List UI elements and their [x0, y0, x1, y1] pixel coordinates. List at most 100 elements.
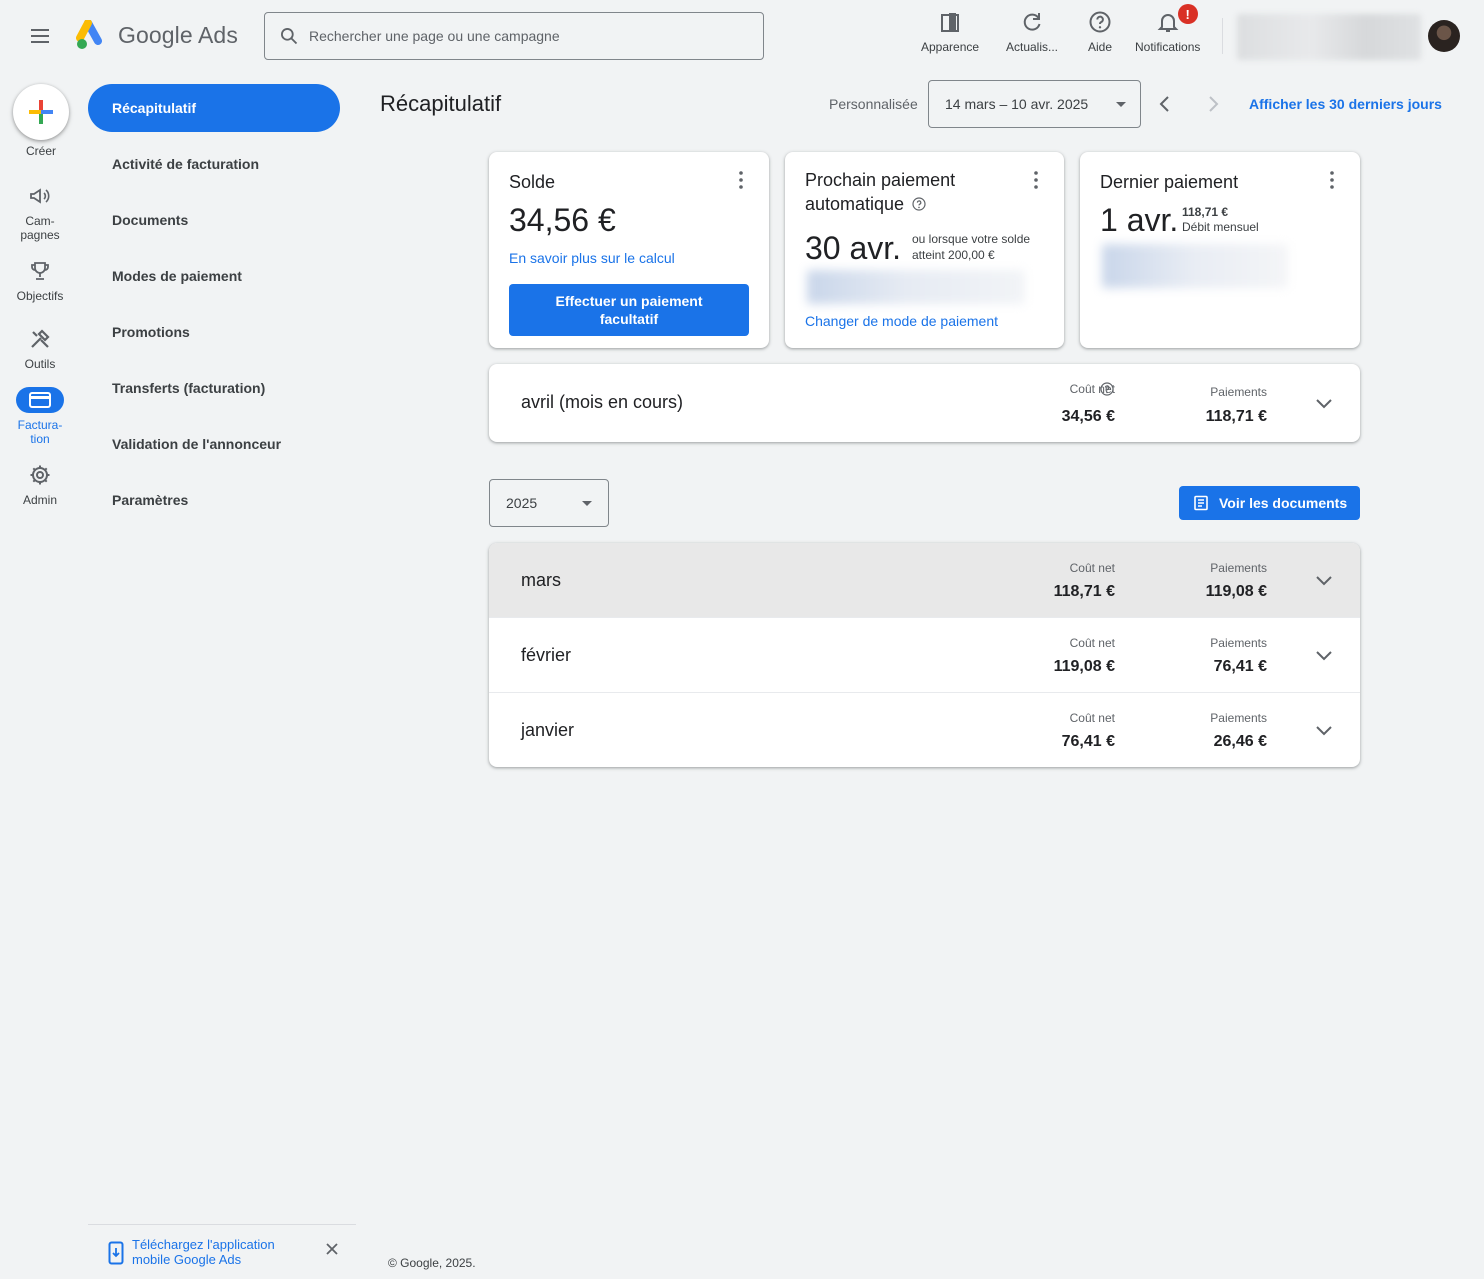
nav-item-advertiser-verification[interactable]: Validation de l'annonceur — [112, 436, 281, 452]
change-payment-method-link[interactable]: Changer de mode de paiement — [805, 313, 998, 329]
optional-payment-label-line2: facultatif — [599, 311, 659, 327]
next-payment-title-line1: Prochain paiement — [805, 170, 956, 190]
year-select[interactable]: 2025 — [489, 479, 609, 527]
mobile-download-icon[interactable] — [108, 1241, 124, 1265]
balance-title: Solde — [509, 172, 556, 192]
info-icon[interactable] — [912, 197, 926, 211]
balance-more-button[interactable] — [729, 168, 753, 192]
balance-amount: 34,56 € — [509, 202, 616, 238]
nav-item-settings[interactable]: Paramètres — [112, 492, 188, 508]
range-type-label: Personnalisée — [829, 96, 918, 112]
last-payment-date: 1 avr. — [1100, 202, 1179, 238]
table-row[interactable]: mars Coût net 118,71 € Paiements 119,08 … — [489, 543, 1360, 618]
mobile-app-promo-link[interactable]: Téléchargez l'application mobile Google … — [132, 1237, 302, 1267]
account-info-redacted[interactable] — [1237, 14, 1421, 60]
current-month-payments: 118,71 € — [1205, 408, 1267, 425]
net-cost-info-icon[interactable] — [1100, 382, 1114, 396]
current-month-label: avril (mois en cours) — [521, 392, 684, 412]
campaigns-label[interactable]: Cam-pagnes — [0, 214, 80, 242]
next-payment-more-button[interactable] — [1024, 168, 1048, 192]
more-vert-icon — [1330, 171, 1334, 189]
more-vert-icon — [739, 171, 743, 189]
date-range-value: 14 mars – 10 avr. 2025 — [945, 96, 1089, 112]
current-month-row[interactable]: avril (mois en cours) Coût net 34,56 € P… — [489, 364, 1360, 442]
refresh-button[interactable]: Actualis... — [1006, 10, 1058, 54]
chevron-down-icon[interactable] — [1312, 643, 1336, 667]
refresh-icon — [1023, 13, 1041, 31]
help-button[interactable]: Aide — [1088, 10, 1112, 54]
billing-label[interactable]: Factura-tion — [0, 418, 80, 446]
trophy-icon[interactable] — [28, 259, 52, 283]
tools-label[interactable]: Outils — [0, 357, 80, 371]
google-ads-logo[interactable]: Google Ads — [76, 20, 238, 50]
header-divider — [1222, 18, 1223, 54]
chevron-right-icon — [1209, 96, 1219, 112]
gear-icon[interactable] — [28, 463, 52, 487]
chevron-left-icon — [1159, 96, 1169, 112]
plus-icon — [29, 100, 53, 124]
payments-value: 26,46 € — [1213, 733, 1267, 750]
goals-label[interactable]: Objectifs — [0, 289, 80, 303]
net-cost-label: Coût net — [1069, 561, 1115, 575]
nav-item-summary[interactable]: Récapitulatif — [88, 84, 340, 132]
next-period-button[interactable] — [1201, 92, 1225, 116]
megaphone-icon[interactable] — [28, 184, 52, 208]
create-button[interactable] — [13, 84, 69, 140]
chevron-down-icon[interactable] — [1312, 391, 1336, 415]
year-value: 2025 — [506, 495, 538, 511]
payments-label: Paiements — [1210, 711, 1267, 725]
nav-item-payment-methods[interactable]: Modes de paiement — [112, 268, 242, 284]
current-month-net-cost: 34,56 € — [1061, 408, 1115, 425]
notifications-label: Notifications — [1135, 40, 1201, 54]
payments-value: 119,08 € — [1205, 583, 1267, 600]
bell-icon — [1157, 14, 1179, 32]
help-label: Aide — [1088, 40, 1113, 54]
nav-item-documents[interactable]: Documents — [112, 212, 188, 228]
billing-rail-item[interactable] — [16, 387, 64, 413]
chevron-down-icon[interactable] — [1312, 718, 1336, 742]
footer-divider — [88, 1224, 356, 1225]
last-30-days-link[interactable]: Afficher les 30 derniers jours — [1249, 96, 1442, 112]
nav-item-billing-activity[interactable]: Activité de facturation — [112, 156, 259, 172]
optional-payment-button[interactable]: Effectuer un paiement facultatif — [509, 284, 749, 336]
last-payment-more-button[interactable] — [1320, 168, 1344, 192]
nav-item-promotions[interactable]: Promotions — [112, 324, 190, 340]
credit-card-icon — [29, 392, 51, 408]
date-range-select[interactable]: 14 mars – 10 avr. 2025 — [928, 80, 1141, 128]
search-input[interactable] — [309, 28, 729, 44]
nav-item-transfers[interactable]: Transferts (facturation) — [112, 380, 265, 396]
page-title: Récapitulatif — [380, 91, 502, 116]
avatar[interactable] — [1428, 20, 1460, 52]
table-row[interactable]: janvier Coût net 76,41 € Paiements 26,46… — [489, 693, 1360, 767]
month-label: janvier — [521, 720, 575, 740]
last-payment-method-redacted — [1102, 244, 1288, 288]
balance-card: Solde 34,56 € En savoir plus sur le calc… — [489, 152, 769, 348]
more-vert-icon — [1034, 171, 1038, 189]
previous-period-button[interactable] — [1153, 92, 1177, 116]
optional-payment-label-line1: Effectuer un paiement — [555, 293, 703, 309]
balance-calculation-link[interactable]: En savoir plus sur le calcul — [509, 250, 675, 266]
admin-label[interactable]: Admin — [0, 493, 80, 507]
payment-method-redacted — [807, 270, 1025, 304]
notifications-button[interactable]: ! Notifications — [1135, 4, 1201, 54]
month-label: février — [521, 645, 572, 665]
search-icon — [281, 28, 298, 45]
next-payment-title-line2: automatique — [805, 194, 905, 214]
payments-label: Paiements — [1210, 636, 1267, 650]
last-payment-title: Dernier paiement — [1100, 172, 1239, 192]
view-documents-button[interactable]: Voir les documents — [1179, 486, 1360, 520]
mobile-app-promo-line1: Téléchargez l'application — [132, 1237, 275, 1252]
main-menu-icon[interactable] — [28, 24, 52, 48]
table-row[interactable]: février Coût net 119,08 € Paiements 76,4… — [489, 618, 1360, 693]
search-box[interactable] — [264, 12, 764, 60]
mobile-app-promo-line2: mobile Google Ads — [132, 1252, 242, 1267]
chevron-down-icon[interactable] — [1312, 568, 1336, 592]
month-label: mars — [521, 570, 561, 590]
next-payment-note-line2: atteint 200,00 € — [912, 248, 995, 262]
notifications-badge: ! — [1177, 4, 1198, 24]
close-icon[interactable] — [324, 1241, 340, 1257]
appearance-button[interactable]: Apparence — [921, 10, 979, 54]
appearance-icon — [941, 13, 960, 32]
create-label: Créer — [25, 144, 56, 158]
tools-icon[interactable] — [28, 327, 52, 351]
